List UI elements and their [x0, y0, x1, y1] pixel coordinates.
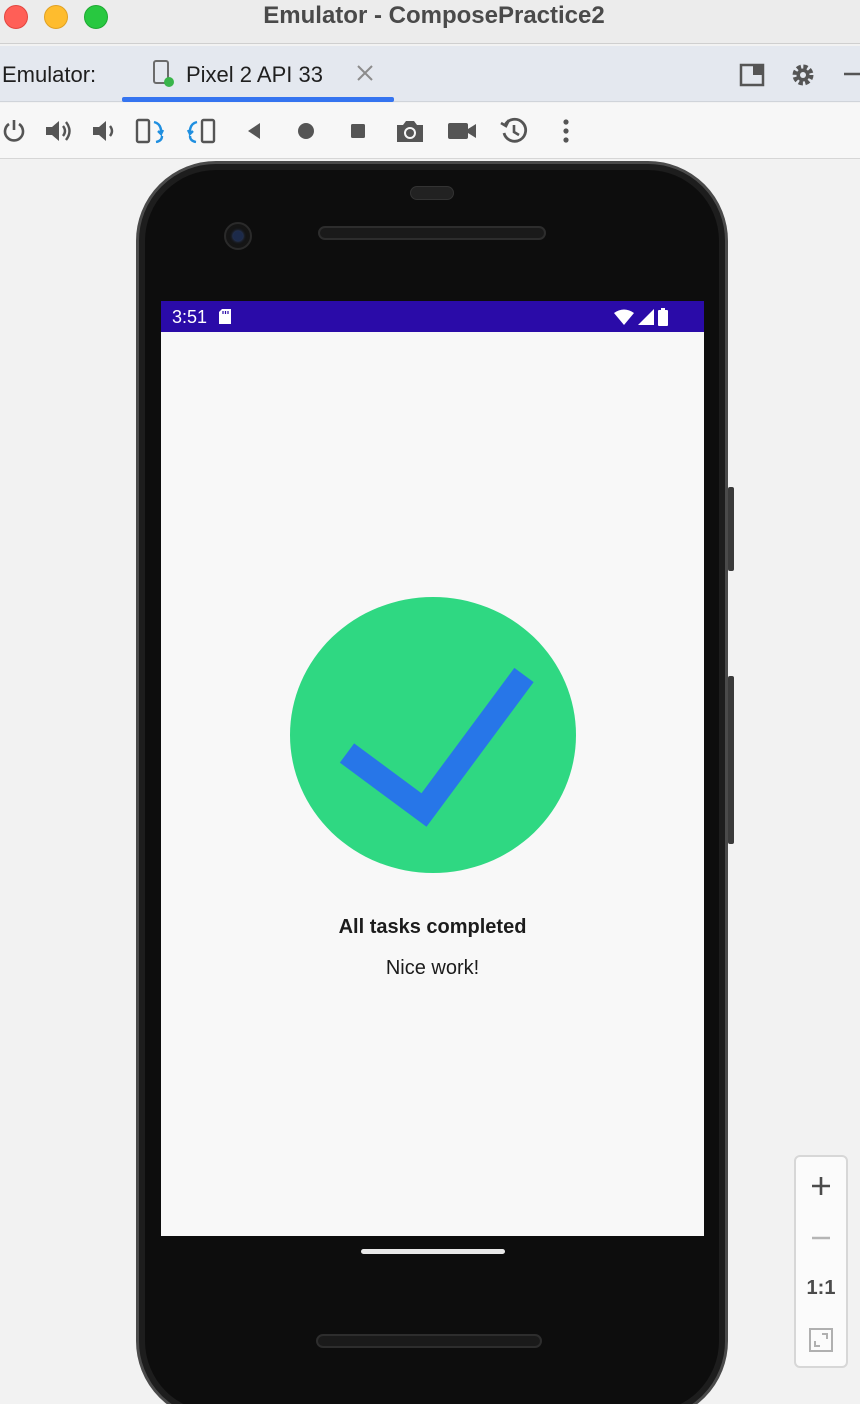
close-icon[interactable]: [354, 62, 376, 84]
phone-speaker-bottom: [316, 1334, 542, 1348]
completion-headline: All tasks completed: [338, 916, 527, 938]
more-icon[interactable]: [550, 115, 582, 147]
zoom-panel: 1:1: [794, 1155, 848, 1368]
device-screen[interactable]: 3:51 All tasks completed Nice work!: [161, 301, 704, 1236]
window-titlebar: Emulator - ComposePractice2: [0, 0, 860, 44]
emulator-toolbar: [0, 103, 860, 159]
completion-subtitle: Nice work!: [385, 957, 480, 979]
camera-icon[interactable]: [394, 115, 426, 147]
check-circle-icon: [290, 597, 576, 873]
signal-icon: [638, 309, 654, 330]
tab-device-label: Pixel 2 API 33: [186, 62, 323, 87]
rotate-right-icon[interactable]: [186, 115, 218, 147]
volume-up-icon[interactable]: [42, 115, 74, 147]
wifi-icon: [614, 309, 634, 330]
gesture-home-bar[interactable]: [361, 1249, 505, 1254]
overview-icon[interactable]: [342, 115, 374, 147]
minimize-icon[interactable]: [838, 60, 860, 90]
fit-screen-icon[interactable]: [796, 1315, 846, 1365]
zoom-out-icon[interactable]: [796, 1213, 846, 1263]
sd-card-icon: [218, 308, 232, 325]
tab-device[interactable]: Pixel 2 API 33: [122, 46, 394, 102]
phone-speaker-top: [318, 226, 546, 240]
phone-power-button[interactable]: [728, 487, 734, 571]
screen-record-icon[interactable]: [446, 115, 478, 147]
tab-active-indicator: [122, 97, 394, 102]
snapshot-icon[interactable]: [498, 115, 530, 147]
emulator-tabbar: Emulator: Pixel 2 API 33: [0, 46, 860, 102]
zoom-in-icon[interactable]: [796, 1161, 846, 1211]
status-bar: 3:51: [161, 301, 704, 332]
gear-icon[interactable]: [788, 60, 818, 90]
zoom-actual-size-button[interactable]: 1:1: [796, 1263, 846, 1313]
status-time: 3:51: [172, 307, 208, 327]
home-icon[interactable]: [290, 115, 322, 147]
device-icon: [152, 60, 176, 88]
status-icons: [614, 308, 668, 331]
app-content: All tasks completed Nice work!: [161, 332, 704, 1236]
phone-volume-button[interactable]: [728, 676, 734, 844]
volume-down-icon[interactable]: [88, 115, 120, 147]
layout-icon[interactable]: [738, 60, 768, 90]
back-icon[interactable]: [238, 115, 270, 147]
phone-earpiece: [410, 186, 454, 200]
tabbar-label: Emulator:: [2, 62, 97, 87]
front-camera-icon: [224, 222, 252, 250]
battery-icon: [658, 308, 668, 331]
power-icon[interactable]: [0, 115, 30, 147]
rotate-left-icon[interactable]: [134, 115, 166, 147]
window-title: Emulator - ComposePractice2: [263, 2, 605, 29]
